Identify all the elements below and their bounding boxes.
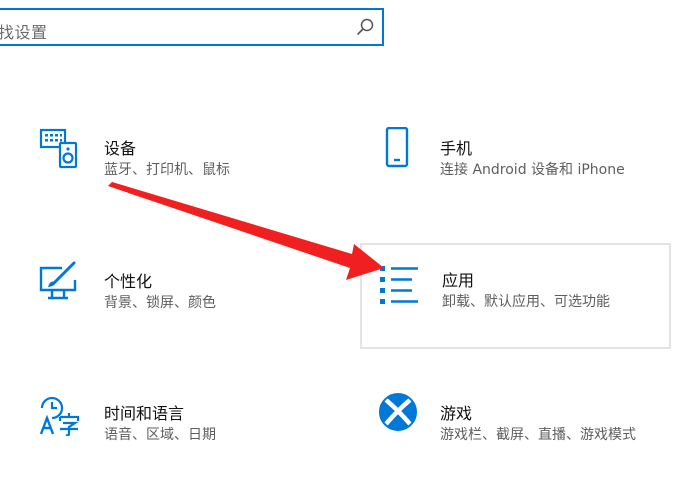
settings-tile-time-language[interactable]: 时间和语言 语音、区域、日期: [38, 392, 328, 462]
settings-tile-devices[interactable]: 设备 蓝牙、打印机、鼠标: [38, 127, 328, 197]
settings-tile-description: 卸载、默认应用、可选功能: [442, 294, 610, 310]
settings-tile-title: 个性化: [104, 272, 153, 291]
settings-tile-title: 手机: [440, 139, 473, 158]
settings-tile-title: 应用: [442, 271, 475, 290]
xbox-icon: [379, 393, 417, 431]
time-language-icon: [39, 396, 80, 436]
settings-tile-description: 语音、区域、日期: [104, 427, 216, 443]
settings-tile-title: 游戏: [440, 404, 473, 423]
personalization-icon: [39, 261, 77, 300]
devices-icon: [39, 128, 78, 169]
settings-tile-description: 游戏栏、截屏、直播、游戏模式: [440, 427, 636, 443]
search-placeholder: 找设置: [0, 23, 48, 42]
search-icon[interactable]: [354, 16, 376, 38]
settings-tile-personalization[interactable]: 个性化 背景、锁屏、颜色: [38, 260, 328, 330]
settings-tile-description: 背景、锁屏、颜色: [104, 295, 216, 311]
phone-icon: [385, 127, 409, 168]
settings-tile-title: 时间和语言: [104, 404, 185, 423]
search-box[interactable]: 找设置: [0, 8, 384, 46]
settings-tile-gaming[interactable]: 游戏 游戏栏、截屏、直播、游戏模式: [378, 392, 678, 462]
settings-tile-description: 连接 Android 设备和 iPhone: [440, 162, 625, 178]
settings-tile-description: 蓝牙、打印机、鼠标: [104, 162, 230, 178]
settings-tile-apps[interactable]: 应用 卸载、默认应用、可选功能: [360, 243, 671, 349]
settings-tile-phone[interactable]: 手机 连接 Android 设备和 iPhone: [378, 127, 678, 197]
apps-icon: [380, 266, 418, 304]
settings-tile-title: 设备: [104, 139, 137, 158]
